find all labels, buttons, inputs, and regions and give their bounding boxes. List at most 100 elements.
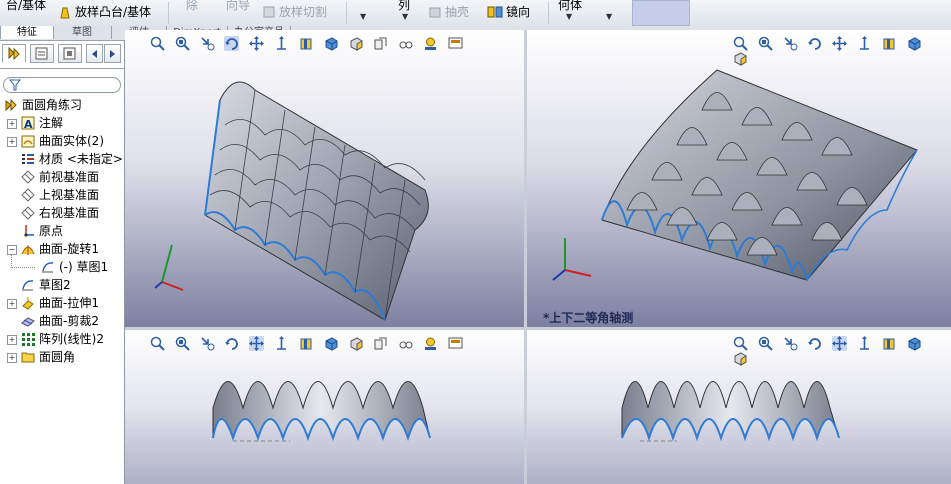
tree-root-label: 面圆角练习 xyxy=(22,98,83,112)
viewport-bottom-right[interactable] xyxy=(527,330,951,484)
chevron-down-icon[interactable]: ▼ xyxy=(606,12,612,21)
feature-manager-tab[interactable] xyxy=(2,44,26,63)
loft-cut-button[interactable]: 放样切割 xyxy=(262,5,327,19)
tree-item-label: (-) 草图1 xyxy=(59,260,109,274)
axis-triad xyxy=(552,238,592,281)
feature-manager-icon xyxy=(8,46,20,61)
plane-icon xyxy=(21,206,35,220)
command-ribbon: 台/基体 放样凸台/基体 除 向导 放样切割 ▼ 列 ▼ 抽壳 镜向 何体 ▼ … xyxy=(0,0,951,27)
loft-cut-label: 放样切割 xyxy=(279,5,328,19)
tree-item-annotations[interactable]: A 注解 xyxy=(21,114,63,132)
tree-item-label: 曲面-拉伸1 xyxy=(39,296,99,310)
model-right-view xyxy=(621,381,840,442)
mirror-button[interactable]: 镜向 xyxy=(487,5,530,19)
chevron-down-icon[interactable]: ▼ xyxy=(402,12,408,21)
origin-icon xyxy=(24,225,34,237)
tree-item-face-fillet[interactable]: 面圆角 xyxy=(21,348,75,366)
property-manager-tab[interactable] xyxy=(30,44,54,63)
tree-item-label: 原点 xyxy=(39,224,64,238)
panel-tabs xyxy=(2,44,122,64)
tab-sketch[interactable]: 草图 xyxy=(53,26,112,39)
reference-geometry-button[interactable]: 何体 xyxy=(558,0,582,12)
tree-item-front-plane[interactable]: 前视基准面 xyxy=(21,168,99,186)
hole-wizard-button[interactable]: 向导 xyxy=(226,0,250,12)
material-icon xyxy=(22,154,34,164)
pattern-button[interactable]: 列 xyxy=(398,0,410,12)
sketch-icon xyxy=(22,280,34,291)
tree-item-sketch1[interactable]: (-) 草图1 xyxy=(41,258,108,276)
chevron-down-icon[interactable]: ▼ xyxy=(360,12,366,21)
part-icon xyxy=(5,98,17,112)
tree-item-surface-extrude[interactable]: 曲面-拉伸1 xyxy=(21,294,99,312)
surface-extrude-icon xyxy=(22,297,34,310)
tree-item-linear-pattern[interactable]: 阵列(线性)2 xyxy=(21,330,104,348)
tree-item-top-plane[interactable]: 上视基准面 xyxy=(21,186,99,204)
cut-button[interactable]: 除 xyxy=(186,0,198,12)
arrow-right-icon xyxy=(110,50,115,58)
shell-label: 抽壳 xyxy=(445,5,470,19)
tree-item-label: 材质 <未指定> xyxy=(39,152,123,166)
tree-filter-input[interactable] xyxy=(3,77,121,93)
tree-root[interactable]: 面圆角练习 xyxy=(4,96,82,114)
tree-item-label: 曲面-剪裁2 xyxy=(39,314,99,328)
boss-base-button[interactable]: 台/基体 xyxy=(6,0,46,12)
chevron-down-icon[interactable]: ▼ xyxy=(566,12,572,21)
tree-item-surface-bodies[interactable]: 曲面实体(2) xyxy=(21,132,104,150)
loft-boss-button[interactable]: 放样凸台/基体 xyxy=(58,5,151,19)
panel-divider xyxy=(0,68,124,69)
property-manager-icon xyxy=(35,47,48,60)
tree-item-surface-trim[interactable]: 曲面-剪裁2 xyxy=(21,312,99,330)
expand-toggle[interactable]: + xyxy=(7,299,17,309)
tree-item-label: 阵列(线性)2 xyxy=(39,332,104,346)
tree-item-label: 草图2 xyxy=(39,278,71,292)
tree-item-label: 右视基准面 xyxy=(39,206,100,220)
tree-item-right-plane[interactable]: 右视基准面 xyxy=(21,204,99,222)
tree-item-origin[interactable]: 原点 xyxy=(21,222,63,240)
tree-item-label: 前视基准面 xyxy=(39,170,100,184)
expand-toggle[interactable]: + xyxy=(7,335,17,345)
expand-toggle[interactable]: + xyxy=(7,119,17,129)
panel-scroll-right[interactable] xyxy=(104,44,121,63)
shell-icon xyxy=(429,7,441,18)
loft-boss-icon xyxy=(60,7,70,19)
ribbon-separator xyxy=(346,2,347,24)
model-front-view xyxy=(212,381,431,442)
ribbon-separator xyxy=(168,2,169,24)
configuration-manager-tab[interactable] xyxy=(58,44,82,63)
linear-pattern-icon xyxy=(22,333,35,346)
tree-item-sketch2[interactable]: 草图2 xyxy=(21,276,71,294)
viewport-horizontal-splitter[interactable] xyxy=(125,327,951,330)
axis-triad xyxy=(154,244,184,291)
tree-item-label: 面圆角 xyxy=(39,350,76,364)
tree-item-label: 曲面-旋转1 xyxy=(39,242,99,256)
plane-icon xyxy=(21,170,35,184)
viewport-top-left[interactable]: ◂◂◂ xyxy=(125,30,524,327)
expand-toggle[interactable]: + xyxy=(7,353,17,363)
mirror-icon xyxy=(487,6,503,18)
tree-item-label: 注解 xyxy=(39,116,64,130)
shell-button[interactable]: 抽壳 xyxy=(428,5,469,19)
ribbon-highlight-button[interactable] xyxy=(632,0,690,26)
tree-item-surface-revolve[interactable]: 曲面-旋转1 xyxy=(21,240,99,258)
tree-item-material[interactable]: 材质 <未指定> xyxy=(21,150,123,168)
tree-item-label: 上视基准面 xyxy=(39,188,100,202)
surface-bodies-folder-icon xyxy=(21,135,35,148)
viewport-bottom-left[interactable] xyxy=(125,330,524,484)
panel-scroll-left[interactable] xyxy=(86,44,103,63)
filter-icon xyxy=(8,79,22,91)
configuration-manager-icon xyxy=(63,47,76,60)
arrow-left-icon xyxy=(92,50,97,58)
viewport-vertical-splitter[interactable] xyxy=(524,30,527,484)
svg-text:A: A xyxy=(24,118,33,130)
tree-connector xyxy=(11,254,13,268)
annotation-icon: A xyxy=(21,116,35,130)
expand-toggle[interactable]: + xyxy=(7,137,17,147)
tree-item-label: 曲面实体(2) xyxy=(39,134,104,148)
tab-features[interactable]: 特征 xyxy=(0,26,54,39)
loft-boss-label: 放样凸台/基体 xyxy=(75,5,152,19)
mirror-label: 镜向 xyxy=(506,5,531,19)
ribbon-separator xyxy=(548,2,549,24)
feature-manager-tree: 面圆角练习 + A 注解 + 曲面实体(2) 材质 <未指定> 前视基准面 上视基… xyxy=(0,41,125,484)
viewport-top-right[interactable]: *上下二等角轴测 xyxy=(527,30,951,327)
loft-cut-icon xyxy=(263,6,275,18)
